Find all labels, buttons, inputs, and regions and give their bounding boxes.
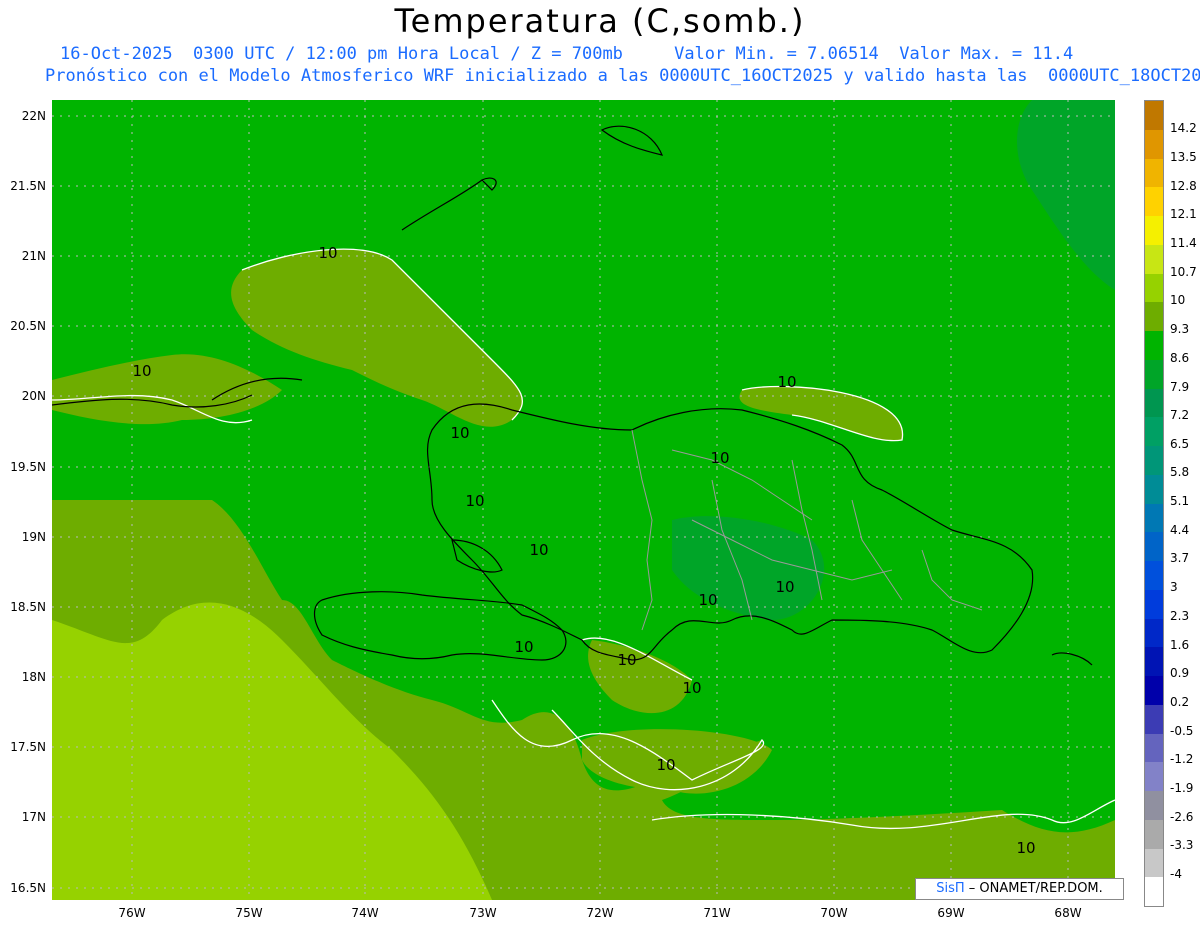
colorbar-swatch <box>1145 187 1163 216</box>
colorbar-label: -1.9 <box>1170 781 1194 795</box>
colorbar-label: 3 <box>1170 580 1178 594</box>
map-title: Temperatura (C,somb.) <box>394 2 806 40</box>
contour-label: 10 <box>698 591 717 609</box>
colorbar-swatch <box>1145 417 1163 446</box>
contour-label: 10 <box>450 424 469 442</box>
colorbar-swatch <box>1145 359 1163 389</box>
colorbar-label: -4 <box>1170 867 1182 881</box>
colorbar-label: 0.2 <box>1170 695 1190 709</box>
lon-label: 68W <box>1054 906 1082 920</box>
lat-label: 22N <box>21 109 46 123</box>
colorbar-label: 14.2 <box>1170 121 1197 135</box>
colorbar-label: 4.4 <box>1170 523 1190 537</box>
lat-label: 21.5N <box>10 179 46 193</box>
lat-label: 18N <box>21 670 46 684</box>
contour-label: 10 <box>656 756 675 774</box>
colorbar-label: -3.3 <box>1170 838 1194 852</box>
colorbar-swatch <box>1145 244 1163 274</box>
credit-box: SisΠ – ONAMET/REP.DOM. <box>915 878 1124 900</box>
colorbar-label: -1.2 <box>1170 752 1194 766</box>
contour-label: 10 <box>465 492 484 510</box>
colorbar-swatch <box>1145 273 1163 303</box>
colorbar-label: 13.5 <box>1170 150 1197 164</box>
lon-label: 76W <box>118 906 146 920</box>
colorbar-label: 12.1 <box>1170 207 1197 221</box>
colorbar-swatch <box>1145 101 1163 130</box>
contour-label: 10 <box>682 679 701 697</box>
colorbar-swatch <box>1145 474 1163 504</box>
colorbar-swatch <box>1145 561 1163 590</box>
colorbar-swatch <box>1145 158 1163 188</box>
contour-label: 10 <box>132 362 151 380</box>
colorbar-label: -2.6 <box>1170 810 1194 824</box>
lon-label: 71W <box>703 906 731 920</box>
colorbar-swatch <box>1145 877 1163 906</box>
lat-label: 18.5N <box>10 600 46 614</box>
colorbar-label: 12.8 <box>1170 179 1197 193</box>
colorbar-swatch <box>1145 446 1163 475</box>
lat-label: 16.5N <box>10 881 46 895</box>
colorbar-label: 7.2 <box>1170 408 1190 422</box>
colorbar-swatch <box>1145 503 1163 533</box>
colorbar-swatch <box>1145 762 1163 791</box>
colorbar-swatch <box>1145 704 1163 734</box>
colorbar-label: 10 <box>1170 293 1186 307</box>
colorbar <box>1144 100 1164 907</box>
contour-label: 10 <box>514 638 533 656</box>
colorbar-label: 5.8 <box>1170 465 1190 479</box>
lat-label: 21N <box>21 249 46 263</box>
model-info-line: Pronóstico con el Modelo Atmosferico WRF… <box>45 66 1200 86</box>
colorbar-label: 9.3 <box>1170 322 1190 336</box>
lat-label: 20N <box>21 389 46 403</box>
colorbar-label: -0.5 <box>1170 724 1194 738</box>
lon-label: 72W <box>586 906 614 920</box>
contour-label: 10 <box>529 541 548 559</box>
credit-text: – ONAMET/REP.DOM. <box>964 881 1103 896</box>
temperature-map: 10 10 10 10 10 10 10 10 10 10 10 10 10 1… <box>52 100 1115 900</box>
contour-label: 10 <box>777 373 796 391</box>
lat-label: 17.5N <box>10 740 46 754</box>
colorbar-swatch <box>1145 129 1163 159</box>
colorbar-label: 3.7 <box>1170 551 1190 565</box>
colorbar-label: 2.3 <box>1170 609 1190 623</box>
colorbar-label: 1.6 <box>1170 638 1190 652</box>
contour-label: 10 <box>318 244 337 262</box>
colorbar-label: 5.1 <box>1170 494 1190 508</box>
credit-brand: SisΠ <box>936 881 965 896</box>
lon-label: 70W <box>820 906 848 920</box>
colorbar-label: 6.5 <box>1170 437 1190 451</box>
colorbar-swatch <box>1145 532 1163 561</box>
colorbar-swatch <box>1145 647 1163 676</box>
colorbar-label: 8.6 <box>1170 351 1190 365</box>
contour-label: 10 <box>710 449 729 467</box>
colorbar-swatch <box>1145 618 1163 648</box>
lat-label: 19N <box>21 530 46 544</box>
colorbar-swatch <box>1145 733 1163 763</box>
contour-label: 10 <box>617 651 636 669</box>
valid-time-line: 16-Oct-2025 0300 UTC / 12:00 pm Hora Loc… <box>60 44 1074 64</box>
colorbar-swatch <box>1145 216 1163 245</box>
colorbar-swatch <box>1145 791 1163 820</box>
colorbar-swatch <box>1145 388 1163 418</box>
lat-label: 17N <box>21 810 46 824</box>
contour-label: 10 <box>1016 839 1035 857</box>
lon-label: 75W <box>235 906 263 920</box>
colorbar-label: 11.4 <box>1170 236 1197 250</box>
colorbar-swatch <box>1145 302 1163 331</box>
colorbar-swatch <box>1145 819 1163 849</box>
lat-label: 19.5N <box>10 460 46 474</box>
lat-label: 20.5N <box>10 319 46 333</box>
colorbar-swatch <box>1145 589 1163 619</box>
colorbar-label: 10.7 <box>1170 265 1197 279</box>
colorbar-label: 7.9 <box>1170 380 1190 394</box>
colorbar-swatch <box>1145 331 1163 360</box>
lon-label: 73W <box>469 906 497 920</box>
lon-label: 74W <box>351 906 379 920</box>
contour-label: 10 <box>775 578 794 596</box>
lon-label: 69W <box>937 906 965 920</box>
colorbar-swatch <box>1145 676 1163 705</box>
colorbar-label: 0.9 <box>1170 666 1190 680</box>
colorbar-swatch <box>1145 848 1163 878</box>
